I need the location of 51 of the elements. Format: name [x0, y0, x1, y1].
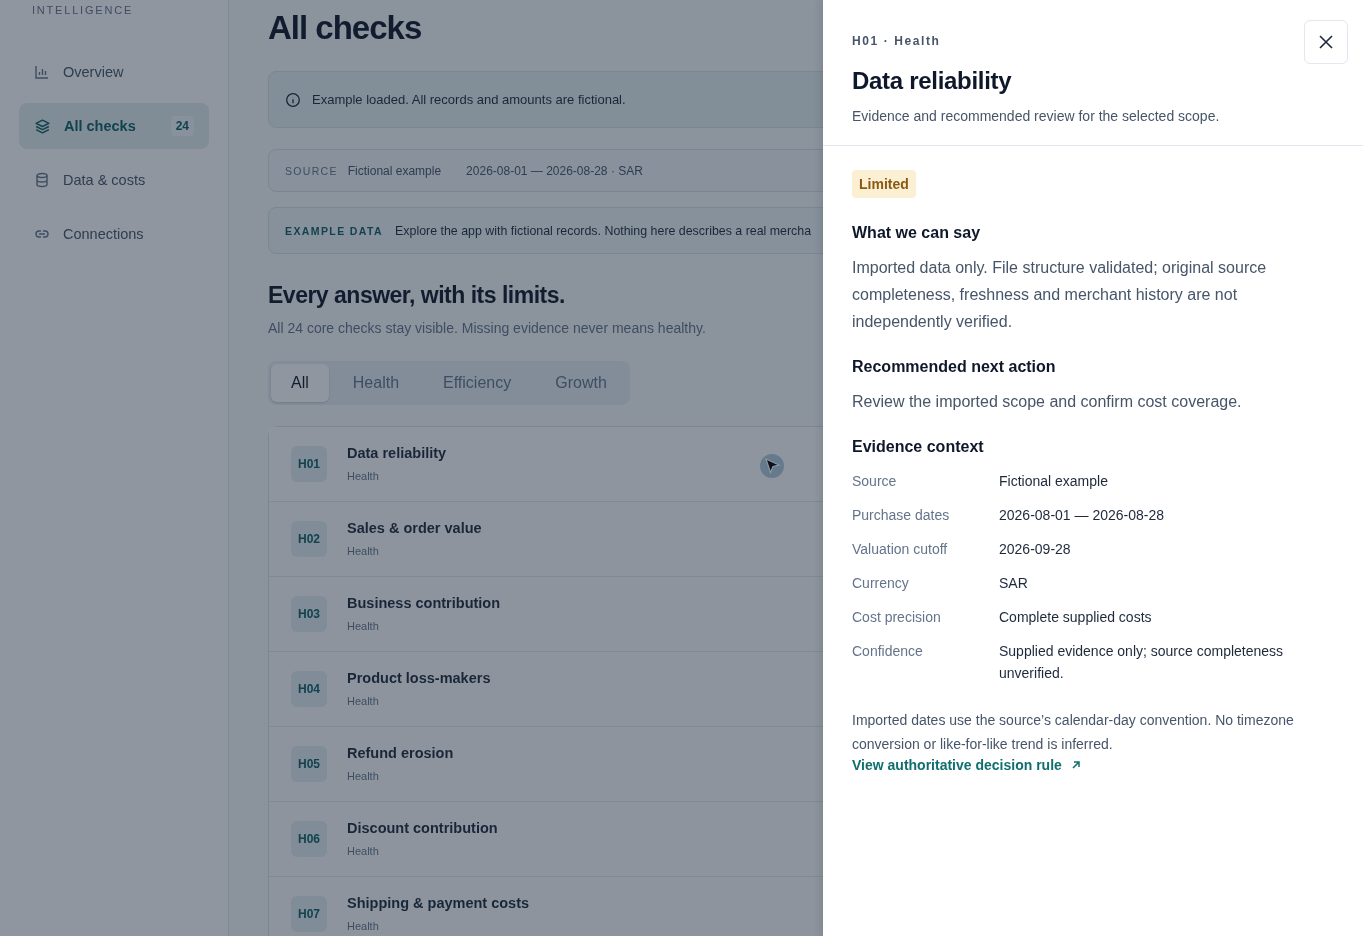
evidence-label: Source: [852, 473, 897, 489]
check-title: Refund erosion: [347, 744, 454, 761]
evidence-value: 2026-09-28: [999, 541, 1071, 557]
check-category: Health: [347, 694, 379, 707]
check-category: Health: [347, 619, 379, 632]
evidence-value: Complete supplied costs: [999, 609, 1152, 625]
status-badge: Limited: [852, 170, 916, 198]
section-text: Imported data only. File structure validated; original source completeness, freshness and merchant history are not independently verified.: [852, 259, 1267, 330]
drawer-title: Data reliability: [852, 67, 1012, 95]
drawer-subtitle: Evidence and recommended review for the selected scope.: [852, 108, 1220, 124]
check-title: Shipping & payment costs: [347, 894, 530, 911]
example-label: EXAMPLE DATA: [285, 224, 384, 237]
check-category: Health: [347, 544, 379, 557]
check-title: Data reliability: [347, 444, 447, 461]
source-name: Fictional example: [347, 163, 442, 178]
check-title: Business contribution: [347, 594, 501, 611]
evidence-label: Currency: [852, 575, 909, 591]
section-heading: Evidence context: [852, 437, 984, 457]
date-range: 2026-08-01 — 2026-08-28 · SAR: [466, 163, 643, 178]
check-code: H06: [291, 821, 327, 857]
check-category: Health: [347, 469, 379, 482]
check-code: H03: [291, 596, 327, 632]
evidence-value: Fictional example: [999, 473, 1108, 489]
source-label: SOURCE: [285, 164, 338, 177]
check-category: Health: [347, 769, 379, 782]
evidence-label: Purchase dates: [852, 507, 950, 523]
check-code: H02: [291, 521, 327, 557]
section-heading: Recommended next action: [852, 357, 1056, 377]
section-label: INTELLIGENCE: [32, 4, 134, 16]
evidence-label: Cost precision: [852, 609, 941, 625]
check-code: H01: [291, 446, 327, 482]
check-category: Health: [347, 844, 379, 857]
check-code: H05: [291, 746, 327, 782]
check-title: Discount contribution: [347, 819, 498, 836]
evidence-value: 2026-08-01 — 2026-08-28: [999, 507, 1164, 523]
check-category: Health: [347, 919, 379, 932]
example-text: Explore the app with fictional records. Nothing here describes a real mercha: [395, 223, 812, 238]
check-code: H07: [291, 896, 327, 932]
evidence-value: SAR: [999, 575, 1028, 591]
notice-text: Example loaded. All records and amounts are fictional.: [312, 92, 626, 107]
section-heading: What we can say: [852, 223, 981, 243]
check-code: H04: [291, 671, 327, 707]
section-heading: Every answer, with its limits.: [268, 281, 565, 309]
section-text: Review the imported scope and confirm cost coverage.: [852, 393, 1242, 410]
count-badge: 24: [170, 116, 194, 136]
check-title: Sales & order value: [347, 519, 482, 536]
check-eyebrow: H01 · Health: [852, 34, 941, 48]
page-title: All checks: [268, 9, 422, 47]
section-description: All 24 core checks stay visible. Missing evidence never means healthy.: [268, 320, 706, 336]
evidence-label: Valuation cutoff: [852, 541, 948, 557]
check-title: Product loss-makers: [347, 669, 491, 686]
